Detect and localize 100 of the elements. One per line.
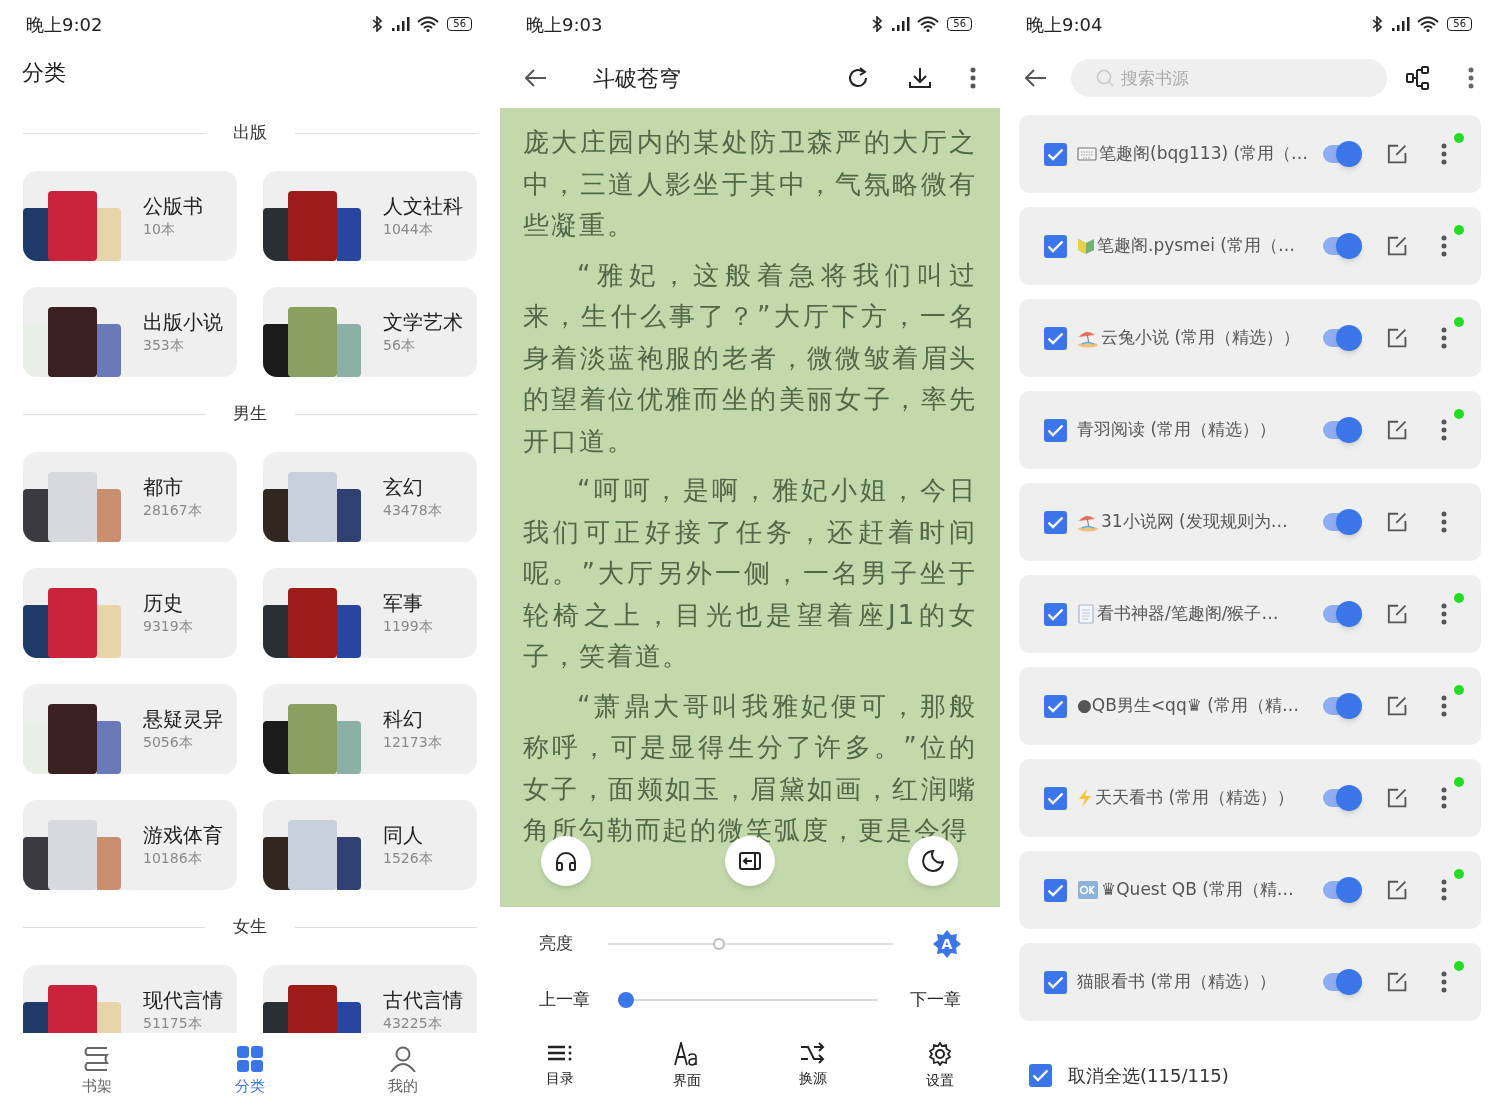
book-count: 10186本 [143, 849, 203, 868]
toolbar-button[interactable]: 目录 [525, 1042, 595, 1091]
edit-icon[interactable] [1386, 971, 1407, 993]
toolbar-button[interactable]: 换源 [778, 1042, 849, 1091]
category-name: 游戏体育 [143, 822, 223, 848]
more-icon[interactable] [1441, 143, 1447, 165]
checkbox[interactable] [1044, 970, 1067, 994]
edit-icon[interactable] [1386, 787, 1407, 809]
checkbox[interactable] [1044, 142, 1067, 166]
nav-tab[interactable]: 分类 [205, 1046, 295, 1098]
toggle-switch[interactable] [1323, 416, 1362, 444]
category-name: 悬疑灵异 [143, 706, 223, 732]
source-name: 猫眼看书 (常用（精选）） [1077, 970, 1277, 994]
edit-icon[interactable] [1386, 603, 1407, 625]
category-card[interactable]: 历史 9319本 [23, 568, 237, 658]
edit-icon[interactable] [1386, 419, 1407, 441]
checkbox[interactable] [1044, 510, 1067, 534]
nav-tab[interactable]: 书架 [51, 1046, 142, 1098]
more-icon[interactable] [1441, 419, 1447, 441]
toggle-switch[interactable] [1323, 324, 1362, 352]
category-name: 公版书 [143, 193, 203, 219]
category-card[interactable]: 军事 1199本 [263, 568, 477, 658]
bluetooth-icon [1372, 16, 1384, 32]
category-card[interactable]: 人文社科 1044本 [263, 171, 477, 261]
checkbox[interactable] [1044, 786, 1067, 810]
source-name: 云兔小说 (常用（精选）） [1101, 326, 1301, 350]
page-icon [1077, 604, 1095, 624]
toggle-switch[interactable] [1323, 692, 1362, 720]
edit-icon[interactable] [1386, 511, 1407, 533]
category-card[interactable]: 游戏体育 10186本 [23, 800, 237, 890]
checkbox[interactable] [1044, 602, 1067, 626]
more-icon[interactable] [1441, 971, 1447, 993]
story-paragraph: “呵呵，是啊，雅妃小姐，今日我们可正好接了任务，还赶着时间呢。”大厅另外一侧，一名男子坐于轮椅之上，目光也是望着座J1的女子，笑着道。 [523, 474, 977, 673]
shield-badge-icon [1077, 237, 1095, 255]
book-count: 1044本 [383, 220, 434, 239]
select-all-label[interactable]: 取消全选(115/115) [1068, 1062, 1229, 1089]
next-chapter-link[interactable]: 下一章 [910, 987, 961, 1013]
book-count: 9319本 [143, 617, 193, 636]
chapter-slider[interactable] [618, 992, 877, 1008]
toggle-switch[interactable] [1323, 968, 1362, 996]
toggle-switch[interactable] [1323, 232, 1362, 260]
refresh-icon[interactable] [846, 66, 870, 90]
category-card[interactable]: 同人 1526本 [263, 800, 477, 890]
category-card[interactable]: 古代言情 43225本 [263, 965, 477, 1033]
more-icon[interactable] [1441, 511, 1447, 533]
status-time: 晚上9:02 [26, 12, 103, 37]
toggle-switch[interactable] [1323, 600, 1362, 628]
category-card[interactable]: 现代言情 51175本 [23, 965, 237, 1033]
checkbox[interactable] [1044, 694, 1067, 718]
source-name: ●QB男生<qq♛ (常用（精… [1077, 694, 1299, 718]
slider-thumb[interactable] [713, 938, 726, 950]
checkbox[interactable] [1044, 234, 1067, 258]
toolbar-button[interactable]: 设置 [904, 1042, 975, 1091]
edit-icon[interactable] [1386, 695, 1407, 717]
more-icon[interactable] [970, 67, 976, 89]
toggle-switch[interactable] [1323, 508, 1362, 536]
checkbox[interactable] [1029, 1064, 1052, 1087]
download-icon[interactable] [908, 66, 932, 90]
book-count: 43225本 [383, 1014, 443, 1033]
checkbox[interactable] [1044, 418, 1067, 442]
nav-tab[interactable]: 我的 [358, 1046, 449, 1098]
checkbox[interactable] [1044, 326, 1067, 350]
back-arrow-icon[interactable] [1025, 69, 1047, 87]
more-icon[interactable] [1468, 67, 1474, 89]
more-icon[interactable] [1441, 787, 1447, 809]
toggle-switch[interactable] [1323, 784, 1362, 812]
slider-thumb[interactable] [618, 992, 634, 1008]
category-card[interactable]: 文学艺术 56本 [263, 287, 477, 377]
category-card[interactable]: 都市 28167本 [23, 452, 237, 542]
search-field[interactable]: 搜索书源 [1071, 59, 1387, 97]
auto-brightness-button[interactable]: A [933, 930, 961, 958]
category-card[interactable]: 出版小说 353本 [23, 287, 237, 377]
more-icon[interactable] [1441, 235, 1447, 257]
category-card[interactable]: 玄幻 43478本 [263, 452, 477, 542]
toolbar-button[interactable]: 界面 [651, 1042, 722, 1091]
battery-level: 56 [1447, 17, 1472, 31]
category-card[interactable]: 公版书 10本 [23, 171, 237, 261]
brightness-slider[interactable] [608, 937, 893, 951]
checkbox[interactable] [1044, 878, 1067, 902]
node-tree-icon[interactable] [1406, 66, 1430, 90]
category-card[interactable]: 悬疑灵异 5056本 [23, 684, 237, 774]
category-name: 文学艺术 [383, 309, 463, 335]
toggle-switch[interactable] [1323, 140, 1362, 168]
source-name: 31小说网 (发现规则为… [1101, 510, 1288, 534]
keyboard-icon [1077, 146, 1097, 162]
more-icon[interactable] [1441, 879, 1447, 901]
more-icon[interactable] [1441, 695, 1447, 717]
more-icon[interactable] [1441, 327, 1447, 349]
category-card[interactable]: 科幻 12173本 [263, 684, 477, 774]
edit-icon[interactable] [1386, 327, 1407, 349]
toggle-switch[interactable] [1323, 876, 1362, 904]
more-icon[interactable] [1441, 603, 1447, 625]
edit-icon[interactable] [1386, 879, 1407, 901]
source-name: ♛Quest QB (常用（精… [1101, 878, 1294, 902]
back-arrow-icon[interactable] [525, 69, 547, 87]
headphones-icon [555, 851, 577, 871]
edit-icon[interactable] [1386, 235, 1407, 257]
edit-icon[interactable] [1386, 143, 1407, 165]
book-count: 1526本 [383, 849, 433, 868]
previous-chapter-link[interactable]: 上一章 [539, 987, 618, 1013]
